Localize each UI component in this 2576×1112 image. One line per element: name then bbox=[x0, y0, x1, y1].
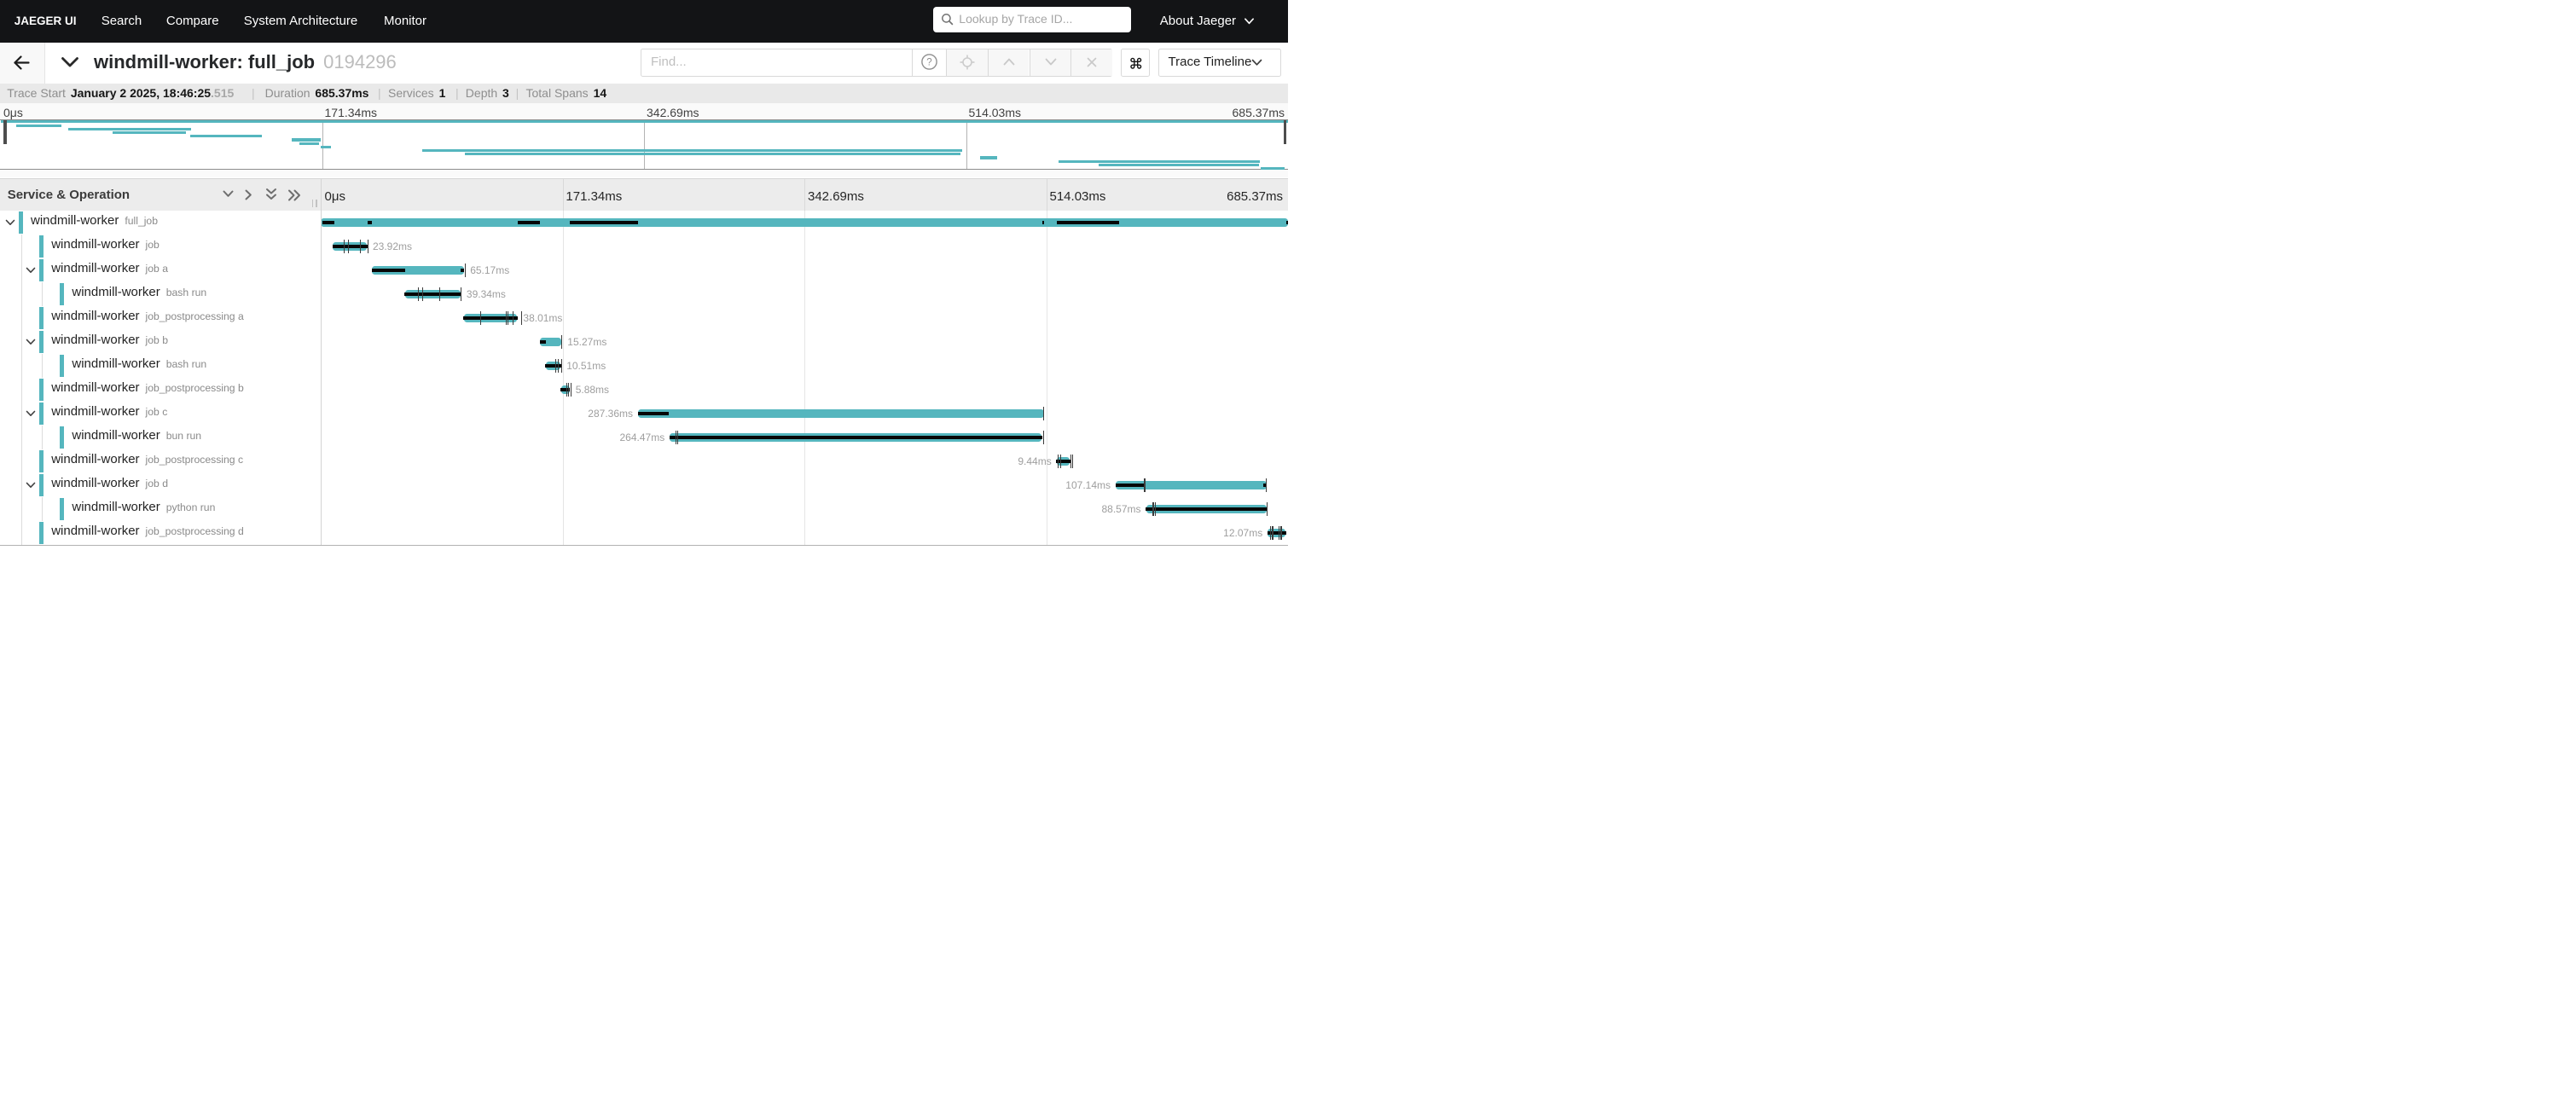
svg-text:?: ? bbox=[927, 58, 932, 68]
